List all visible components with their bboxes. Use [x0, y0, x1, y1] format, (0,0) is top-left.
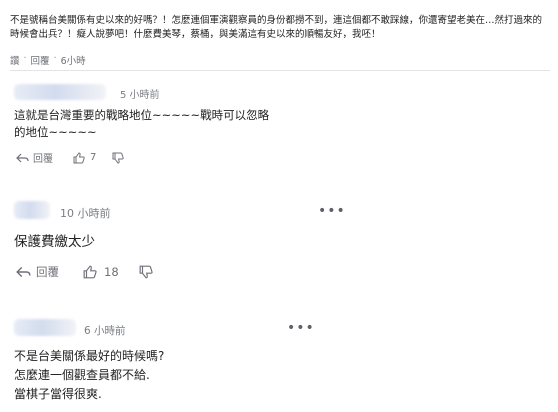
like-count: 7 [90, 152, 97, 163]
dislike-button[interactable] [112, 152, 125, 164]
avatar [14, 84, 106, 100]
comment-text: 保護費繳太少 [14, 234, 95, 250]
comment-text-line: 的地位~~~~~ [14, 125, 97, 139]
divider [10, 70, 550, 71]
comment-text: 這就是台灣重要的戰略地位~~~~~戰時可以忽略 的地位~~~~~ [14, 107, 269, 141]
avatar [14, 319, 76, 336]
more-dots-icon[interactable]: ••• [318, 204, 346, 218]
like-button[interactable]: 7 [73, 151, 97, 164]
reply-button[interactable]: 回覆 [16, 264, 59, 280]
comment-text: 不是台美關係最好的時候嗎? 怎麼連一個觀查員都不給. 當棋子當得很爽. [14, 347, 164, 404]
comment-time: 6 小時前 [84, 325, 126, 337]
comment-text-line: 這就是台灣重要的戰略地位~~~~~戰時可以忽略 [14, 108, 270, 122]
like-button[interactable]: 18 [83, 265, 119, 279]
reply-label: 回覆 [33, 154, 53, 165]
thumbs-up-icon [73, 151, 85, 163]
comment-actions: 回覆 7 [16, 150, 125, 165]
top-comment-text: 不是號稱台美關係有史以來的好嗎？！怎麼連個軍演觀察員的身份都撈不到，連這個都不敢… [10, 15, 543, 40]
thumbs-down-icon [112, 152, 125, 164]
more-dots-icon[interactable]: ••• [287, 321, 315, 335]
thumbs-down-icon [139, 265, 153, 279]
comment-time: 10 小時前 [60, 207, 111, 220]
separator-dot: · [23, 53, 27, 64]
separator-dot: · [53, 53, 57, 64]
dislike-button[interactable] [139, 265, 153, 279]
reply-arrow-icon [16, 153, 29, 162]
reply-button[interactable]: 回覆 [16, 150, 53, 165]
top-comment-time: 6小時 [60, 56, 86, 67]
comment-text-line: 當棋子當得很爽. [14, 387, 102, 401]
top-comment-actions: 讚 · 回覆 · 6小時 [10, 53, 86, 67]
top-reply-link[interactable]: 回覆 [31, 53, 50, 67]
reply-arrow-icon [16, 266, 31, 278]
comment-actions: 回覆 18 [16, 264, 153, 280]
like-count: 18 [104, 265, 119, 279]
avatar [14, 201, 50, 219]
thumbs-up-icon [83, 265, 97, 279]
comment-text-line: 不是台美關係最好的時候嗎? [14, 349, 165, 363]
comment-text-line: 怎麼連一個觀查員都不給. [14, 368, 150, 382]
reply-label: 回覆 [36, 265, 59, 279]
top-like-link[interactable]: 讚 [10, 53, 20, 67]
comment-time: 5 小時前 [120, 90, 160, 101]
